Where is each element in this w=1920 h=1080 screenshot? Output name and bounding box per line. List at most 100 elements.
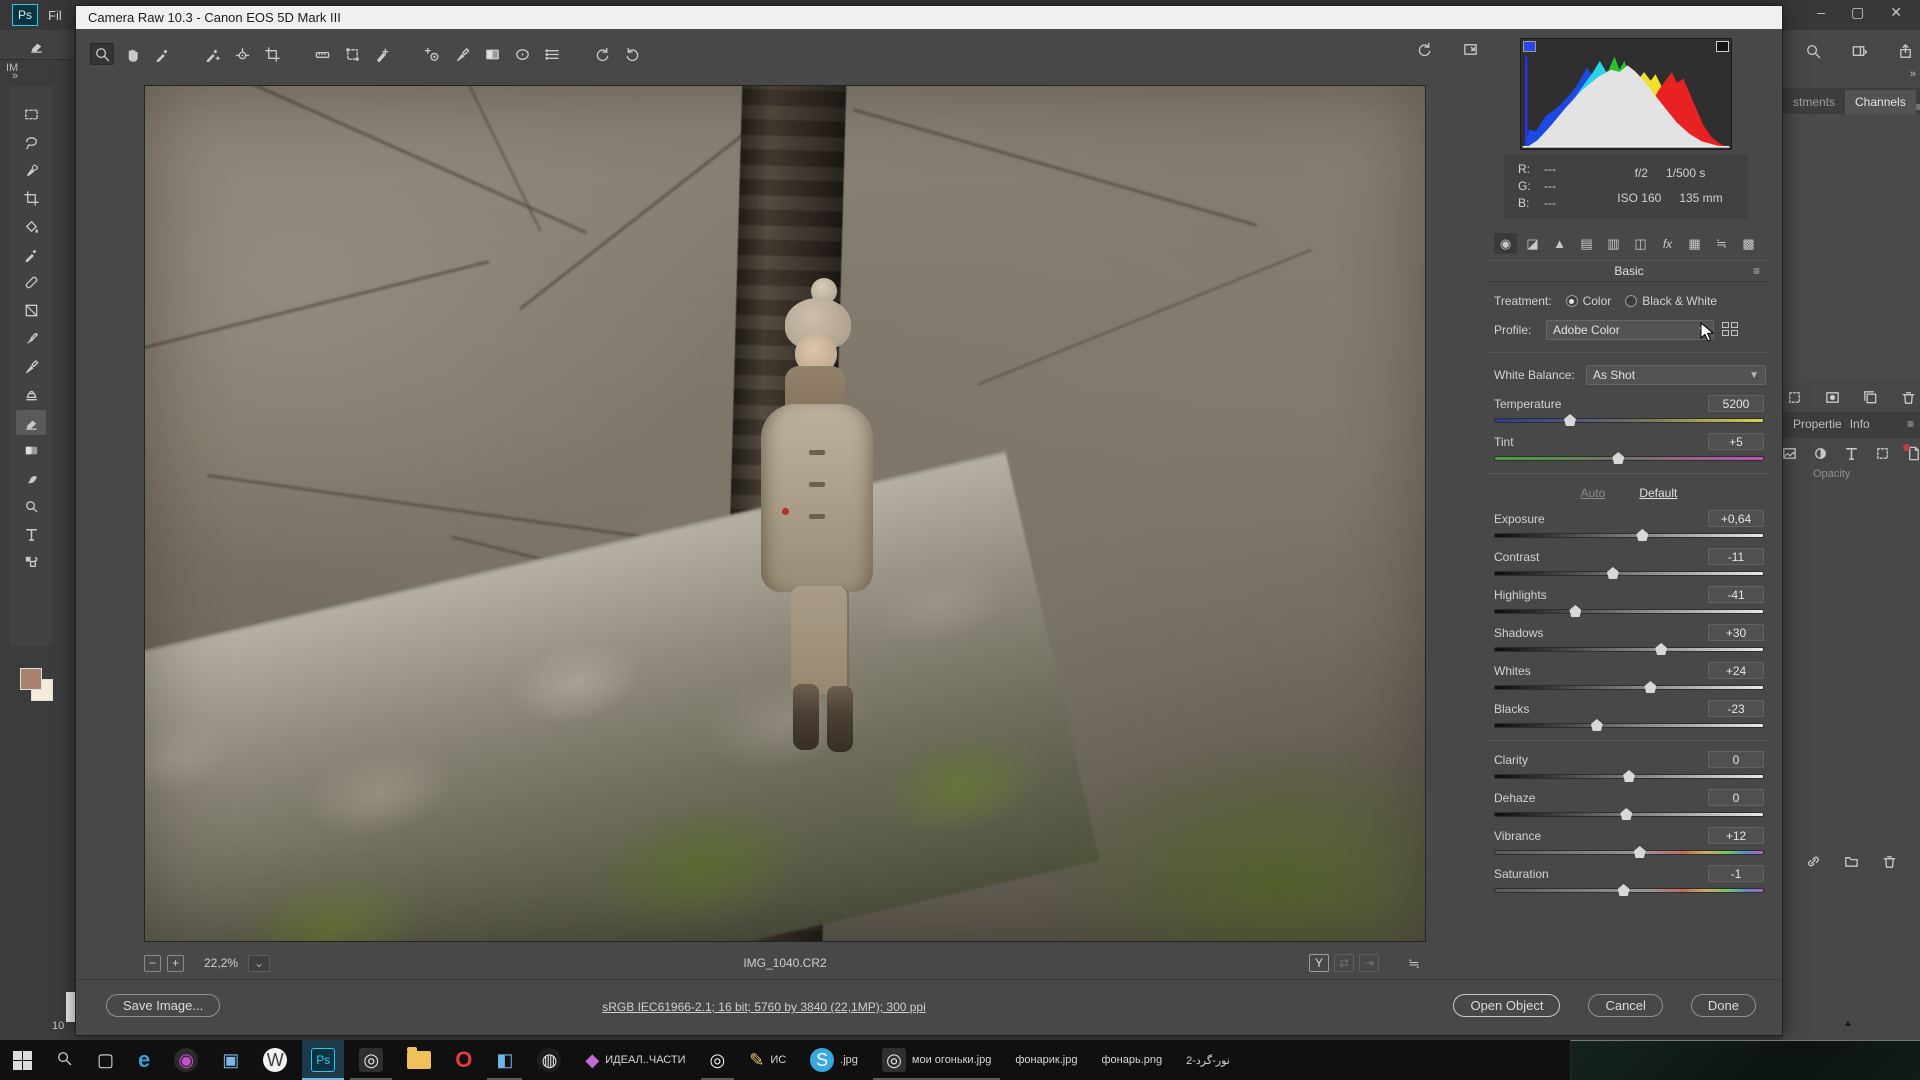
slider-thumb[interactable] [1607, 567, 1619, 579]
rotate-right-icon[interactable] [620, 43, 644, 65]
slider-thumb[interactable] [1618, 884, 1630, 896]
maximize-icon[interactable]: ▢ [1851, 4, 1864, 21]
slider-thumb[interactable] [1655, 643, 1667, 655]
slider-value[interactable]: -41 [1708, 586, 1764, 603]
taskbar-screen-capture[interactable]: ◧ [487, 1040, 522, 1080]
marquee-tool-icon[interactable] [16, 102, 46, 127]
close-icon[interactable]: ✕ [1890, 4, 1902, 21]
load-selection-icon[interactable] [1783, 386, 1807, 408]
taskbar-camera-raw-app[interactable]: ◎ [350, 1040, 392, 1080]
slider-thumb[interactable] [1644, 681, 1656, 693]
tab-info[interactable]: Info [1850, 417, 1870, 431]
slider-value[interactable]: +30 [1708, 624, 1764, 641]
tab-hsl-grayscale-icon[interactable]: ▤ [1575, 233, 1598, 254]
tone-icon[interactable] [1812, 442, 1829, 464]
scroll-arrow-icon[interactable]: ▲ [1843, 1018, 1853, 1029]
foreground-color[interactable] [20, 668, 42, 690]
graduated-filter-tool-icon[interactable] [480, 43, 504, 65]
lasso-tool-icon[interactable] [16, 130, 46, 155]
menu-file-fragment[interactable]: Fil [48, 8, 62, 23]
taskbar-obs[interactable]: ◍ [528, 1040, 570, 1080]
healing-brush-tool-icon[interactable] [16, 270, 46, 295]
slider-track[interactable] [1494, 609, 1764, 614]
clone-stamp-tool-icon[interactable] [16, 382, 46, 407]
minimize-icon[interactable]: – [1817, 4, 1825, 21]
radio-black-white[interactable] [1625, 295, 1637, 307]
histogram[interactable] [1520, 38, 1732, 150]
photo-preview[interactable] [144, 85, 1426, 942]
delete-layer-icon[interactable] [1878, 850, 1902, 872]
tab-split-toning-icon[interactable]: ▥ [1602, 233, 1625, 254]
taskbar-window-fonar[interactable]: фонарь.png [1092, 1040, 1171, 1080]
white-balance-select[interactable]: As Shot▼ [1586, 365, 1766, 385]
panel-collapse[interactable]: » [1910, 68, 1916, 80]
profile-select[interactable]: Adobe Color▼ [1546, 320, 1714, 340]
taskbar-map-pin-app[interactable]: ◆ИДЕАЛ..ЧАСТИ [576, 1040, 694, 1080]
slider-thumb[interactable] [1591, 719, 1603, 731]
taskbar-paint-app[interactable]: ✎ИС [740, 1040, 795, 1080]
save-mask-icon[interactable] [1821, 386, 1845, 408]
eyedropper-tool-icon[interactable] [16, 242, 46, 267]
rotate-left-icon[interactable] [590, 43, 614, 65]
eraser-tool-icon[interactable] [16, 410, 46, 435]
slider-track[interactable] [1494, 774, 1764, 779]
targeted-adjustment-tool-icon[interactable] [230, 43, 254, 65]
crop-tool-icon[interactable] [16, 186, 46, 211]
tab-presets-icon[interactable]: ≒ [1710, 233, 1733, 254]
color-sampler-tool-icon[interactable] [200, 43, 224, 65]
radio-color[interactable] [1566, 295, 1578, 307]
taskbar-window-rtl[interactable]: نور-گرد-2 [1177, 1040, 1239, 1080]
slider-value[interactable]: +5 [1708, 433, 1764, 450]
smudge-tool-icon[interactable] [16, 466, 46, 491]
tab-snapshots-icon[interactable]: ▩ [1737, 233, 1760, 254]
toggle-fullscreen-icon[interactable] [1458, 38, 1482, 60]
gradient-tool-icon[interactable] [16, 438, 46, 463]
quick-selection-tool-icon[interactable] [16, 158, 46, 183]
slider-thumb[interactable] [1634, 846, 1646, 858]
radial-filter-tool-icon[interactable] [510, 43, 534, 65]
slider-track[interactable] [1494, 850, 1764, 855]
tab-camera-calibration-icon[interactable]: ▦ [1683, 233, 1706, 254]
slider-value[interactable]: 5200 [1708, 395, 1764, 412]
crop-tool-icon[interactable] [260, 43, 284, 65]
link-layers-icon[interactable] [1802, 850, 1826, 872]
slider-track[interactable] [1494, 685, 1764, 690]
dodge-tool-icon[interactable] [16, 494, 46, 519]
taskbar-file-explorer[interactable] [398, 1040, 440, 1080]
slider-value[interactable]: 0 [1708, 751, 1764, 768]
type-tool-icon[interactable] [16, 522, 46, 547]
done-button[interactable]: Done [1691, 994, 1756, 1017]
slider-thumb[interactable] [1623, 770, 1635, 782]
taskbar-search[interactable] [47, 1040, 82, 1080]
slider-value[interactable]: -11 [1708, 548, 1764, 565]
new-group-icon[interactable] [1840, 850, 1864, 872]
slider-track[interactable] [1494, 571, 1764, 576]
slider-value[interactable]: +24 [1708, 662, 1764, 679]
tab-properties[interactable]: Propertie [1793, 417, 1842, 431]
taskbar-media-player[interactable]: ◉ [165, 1040, 207, 1080]
slider-track[interactable] [1494, 723, 1764, 728]
paint-bucket-tool-icon[interactable] [16, 214, 46, 239]
taskbar-start[interactable] [4, 1040, 41, 1080]
type-icon[interactable] [1843, 442, 1860, 464]
adjust-image-icon[interactable] [1781, 442, 1798, 464]
taskbar-camera-window[interactable]: ◎мои огоньки.jpg [873, 1040, 1000, 1080]
panel-menu-icon[interactable]: ≡ [1753, 261, 1760, 282]
taskbar-photoshop[interactable]: Ps [302, 1040, 344, 1080]
slider-thumb[interactable] [1636, 529, 1648, 541]
shadow-clipping-icon[interactable] [1523, 41, 1536, 52]
frame-tool-icon[interactable] [16, 298, 46, 323]
cancel-button[interactable]: Cancel [1588, 994, 1662, 1017]
highlight-clipping-icon[interactable] [1716, 41, 1729, 52]
search-icon[interactable] [1801, 40, 1825, 62]
panel-menu-icon[interactable]: ≡ [1916, 100, 1920, 114]
toolbar-collapse[interactable]: » [12, 70, 18, 82]
delete-channel-icon[interactable] [1896, 386, 1920, 408]
tab-effects-icon[interactable]: fx [1656, 233, 1679, 254]
panel-menu-icon[interactable]: ≡ [1907, 417, 1914, 431]
taskbar-photo-viewer[interactable]: ▣ [213, 1040, 248, 1080]
red-eye-tool-icon[interactable] [420, 43, 444, 65]
auto-link[interactable]: Auto [1581, 486, 1606, 500]
taskbar-edge[interactable]: e [129, 1040, 159, 1080]
slider-track[interactable] [1494, 533, 1764, 538]
